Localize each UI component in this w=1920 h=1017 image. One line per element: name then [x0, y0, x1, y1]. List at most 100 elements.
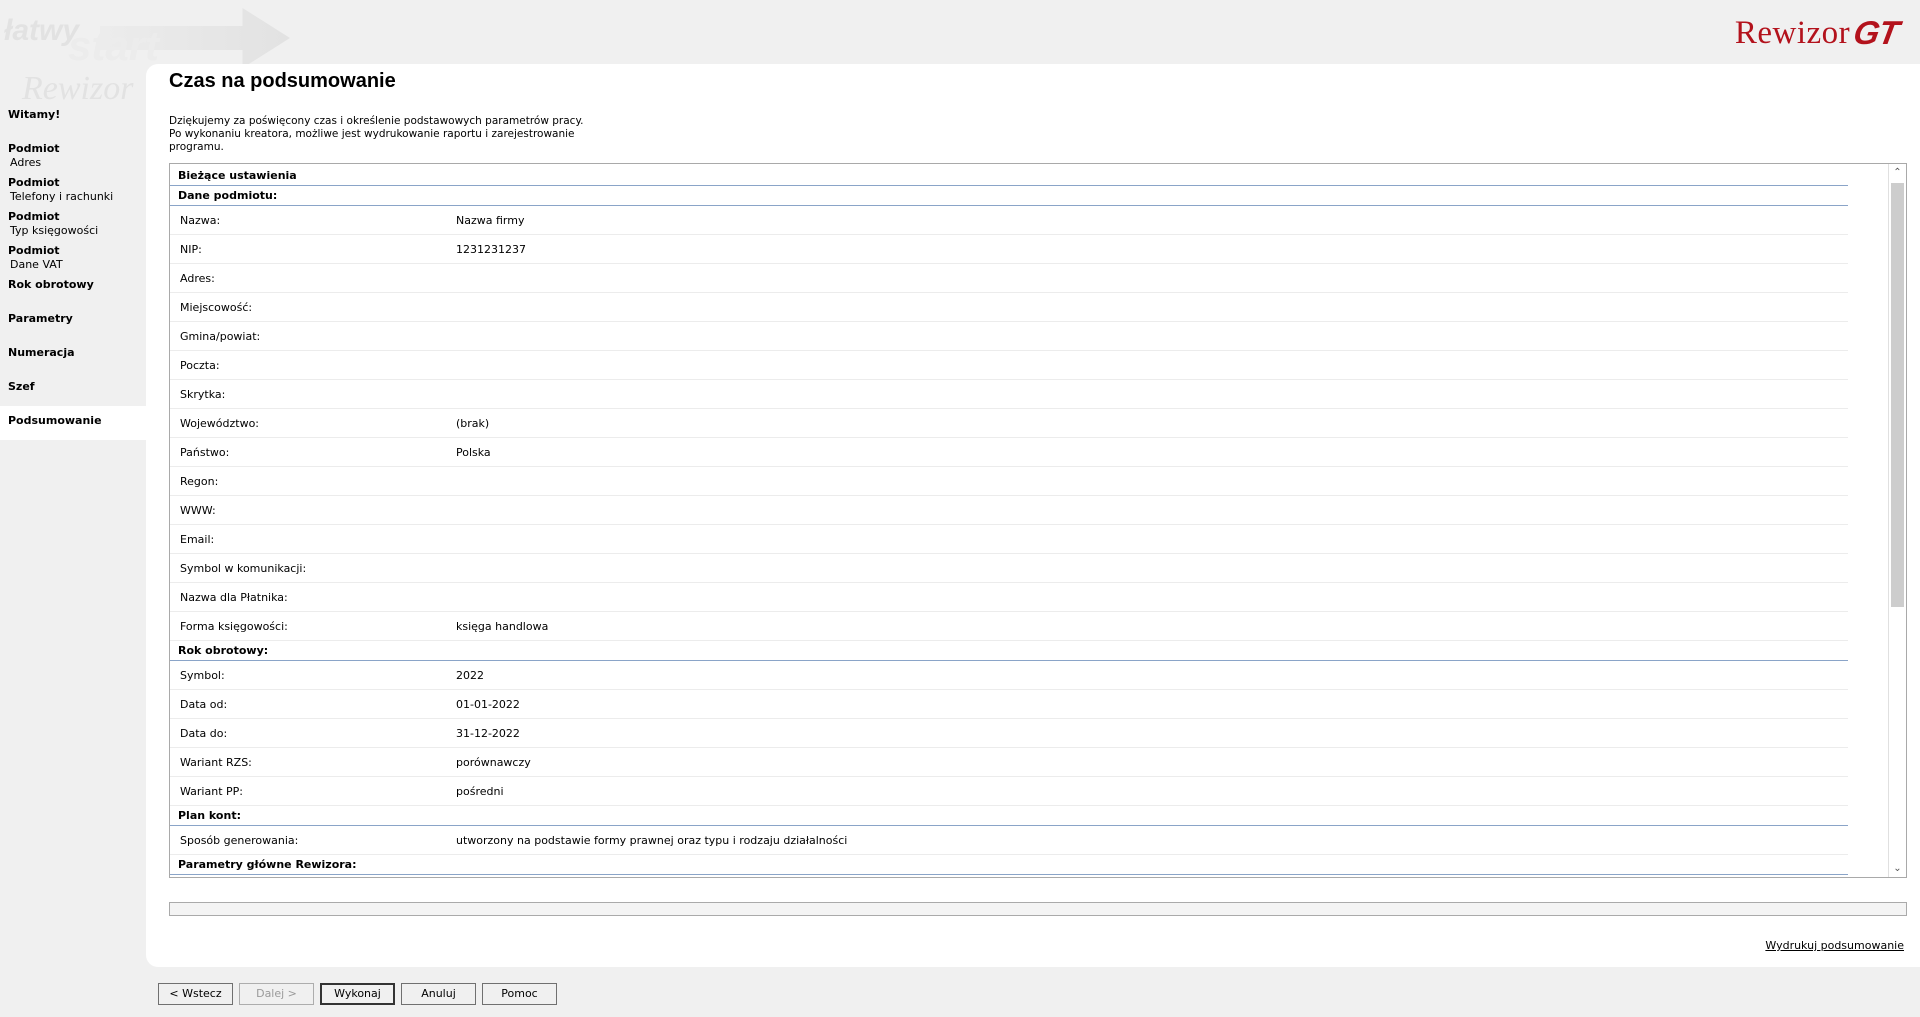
row-label: Nazwa:: [180, 213, 221, 227]
row-label: Wariant RZS:: [180, 755, 252, 769]
section-header: Rok obrotowy:: [170, 641, 1848, 661]
next-button[interactable]: Dalej >: [239, 983, 314, 1005]
row-value: (brak): [456, 416, 490, 430]
row-label: Wariant PP:: [180, 784, 243, 798]
summary-row: Poczta:: [170, 351, 1848, 380]
sidebar-step[interactable]: Podmiot Adres: [0, 134, 146, 169]
progress-bar: [169, 902, 1907, 916]
scrollbar-thumb[interactable]: [1891, 183, 1904, 607]
row-value: 2022: [456, 668, 484, 682]
row-label: Państwo:: [180, 445, 230, 459]
vertical-scrollbar[interactable]: ⌃ ⌄: [1888, 164, 1906, 877]
summary-row: Forma księgowości: księga handlowa: [170, 612, 1848, 641]
row-value: Polska: [456, 445, 491, 459]
sidebar-step-title: Witamy!: [8, 108, 61, 121]
row-value: porównawczy: [456, 755, 531, 769]
row-label: Skrytka:: [180, 387, 226, 401]
row-value: 01-01-2022: [456, 697, 520, 711]
wizard-steps-sidebar: Witamy! Podmiot Adres Podmiot Telefony i rac…: [0, 100, 146, 440]
back-button[interactable]: < Wstecz: [158, 983, 233, 1005]
section-header: Dane podmiotu:: [170, 186, 1848, 206]
row-label: NIP:: [180, 242, 202, 256]
row-value: księga handlowa: [456, 619, 549, 633]
row-value: utworzony na podstawie formy prawnej ora…: [456, 833, 848, 847]
summary-row: Email:: [170, 525, 1848, 554]
summary-row: Adres:: [170, 264, 1848, 293]
row-value: pośredni: [456, 784, 504, 798]
sidebar-step[interactable]: Numeracja: [0, 338, 146, 372]
scroll-down-icon[interactable]: ⌄: [1889, 860, 1906, 877]
wizard-buttons: < Wstecz Dalej > Wykonaj Anuluj Pomoc: [158, 983, 557, 1005]
row-label: Forma księgowości:: [180, 619, 288, 633]
row-label: Poczta:: [180, 358, 220, 372]
summary-row: Nazwa: Nazwa firmy: [170, 206, 1848, 235]
summary-row: Data od: 01-01-2022: [170, 690, 1848, 719]
sidebar-step[interactable]: Podmiot Telefony i rachunki: [0, 168, 146, 203]
watermark-text-2: start: [68, 22, 160, 69]
sidebar-step[interactable]: Podmiot Dane VAT: [0, 236, 146, 271]
logo-word: Rewizor: [1734, 15, 1851, 51]
sidebar-step-title: Rok obrotowy: [8, 278, 94, 291]
sidebar-step-title: Podmiot: [8, 210, 60, 223]
row-value: Nazwa firmy: [456, 213, 525, 227]
row-label: Województwo:: [180, 416, 260, 430]
summary-row: Data do: 31-12-2022: [170, 719, 1848, 748]
print-summary-link[interactable]: Wydrukuj podsumowanie: [1765, 939, 1904, 952]
row-label: Regon:: [180, 474, 219, 488]
summary-content: Bieżące ustawienia Dane podmiotu: Nazwa: Na…: [170, 164, 1888, 877]
summary-row: Nazwa dla Płatnika:: [170, 583, 1848, 612]
summary-row: Symbol: 2022: [170, 661, 1848, 690]
sidebar-step[interactable]: Witamy!: [0, 100, 146, 134]
sidebar-step-title: Podmiot: [8, 244, 60, 257]
sidebar-step-title: Parametry: [8, 312, 73, 325]
summary-row: Miejscowość:: [170, 293, 1848, 322]
logo-gt: GT: [1850, 14, 1902, 51]
intro-text: Dziękujemy za poświęcony czas i określen…: [169, 115, 584, 153]
summary-row: Gmina/powiat:: [170, 322, 1848, 351]
row-label: Data do:: [180, 726, 228, 740]
main-panel: Czas na podsumowanie Dziękujemy za poświ…: [146, 64, 1920, 967]
row-label: Nazwa dla Płatnika:: [180, 590, 288, 604]
row-label: Data od:: [180, 697, 228, 711]
row-label: Adres:: [180, 271, 215, 285]
execute-button[interactable]: Wykonaj: [320, 983, 395, 1005]
sidebar-step-title: Podsumowanie: [8, 414, 102, 427]
row-label: Sposób generowania:: [180, 833, 299, 847]
help-button[interactable]: Pomoc: [482, 983, 557, 1005]
sidebar-step-title: Numeracja: [8, 346, 75, 359]
sidebar-step[interactable]: Rok obrotowy: [0, 270, 146, 304]
summary-row: Wariant PP: pośredni: [170, 777, 1848, 806]
row-label: Gmina/powiat:: [180, 329, 261, 343]
sidebar-step-title: Szef: [8, 380, 35, 393]
sidebar-step-title: Podmiot: [8, 176, 60, 189]
rewizor-gt-logo: Rewizor GT: [1734, 12, 1901, 52]
summary-row: Województwo: (brak): [170, 409, 1848, 438]
sidebar-step-title: Podmiot: [8, 142, 60, 155]
section-header: Plan kont:: [170, 806, 1848, 826]
section-header: Parametry główne Rewizora:: [170, 855, 1848, 875]
summary-row: Regon:: [170, 467, 1848, 496]
sidebar-step[interactable]: Podmiot Typ księgowości: [0, 202, 146, 237]
cancel-button[interactable]: Anuluj: [401, 983, 476, 1005]
section-header: Bieżące ustawienia: [170, 166, 1848, 186]
summary-row: NIP: 1231231237: [170, 235, 1848, 264]
sidebar-step[interactable]: Parametry: [0, 304, 146, 338]
summary-row: Sposób generowania: utworzony na podstawi…: [170, 826, 1848, 855]
row-value: 31-12-2022: [456, 726, 520, 740]
summary-row: Państwo: Polska: [170, 438, 1848, 467]
summary-report[interactable]: Bieżące ustawienia Dane podmiotu: Nazwa: Na…: [169, 163, 1907, 878]
scroll-up-icon[interactable]: ⌃: [1889, 164, 1906, 181]
row-label: Email:: [180, 532, 215, 546]
sidebar-step[interactable]: Podsumowanie: [0, 406, 146, 440]
row-label: WWW:: [180, 503, 216, 517]
row-value: 1231231237: [456, 242, 526, 256]
summary-row: Skrytka:: [170, 380, 1848, 409]
summary-row: Wariant RZS: porównawczy: [170, 748, 1848, 777]
row-label: Symbol w komunikacji:: [180, 561, 307, 575]
summary-row: WWW:: [170, 496, 1848, 525]
summary-row: Symbol w komunikacji:: [170, 554, 1848, 583]
page-title: Czas na podsumowanie: [169, 70, 396, 92]
row-label: Miejscowość:: [180, 300, 253, 314]
row-label: Symbol:: [180, 668, 225, 682]
sidebar-step[interactable]: Szef: [0, 372, 146, 406]
